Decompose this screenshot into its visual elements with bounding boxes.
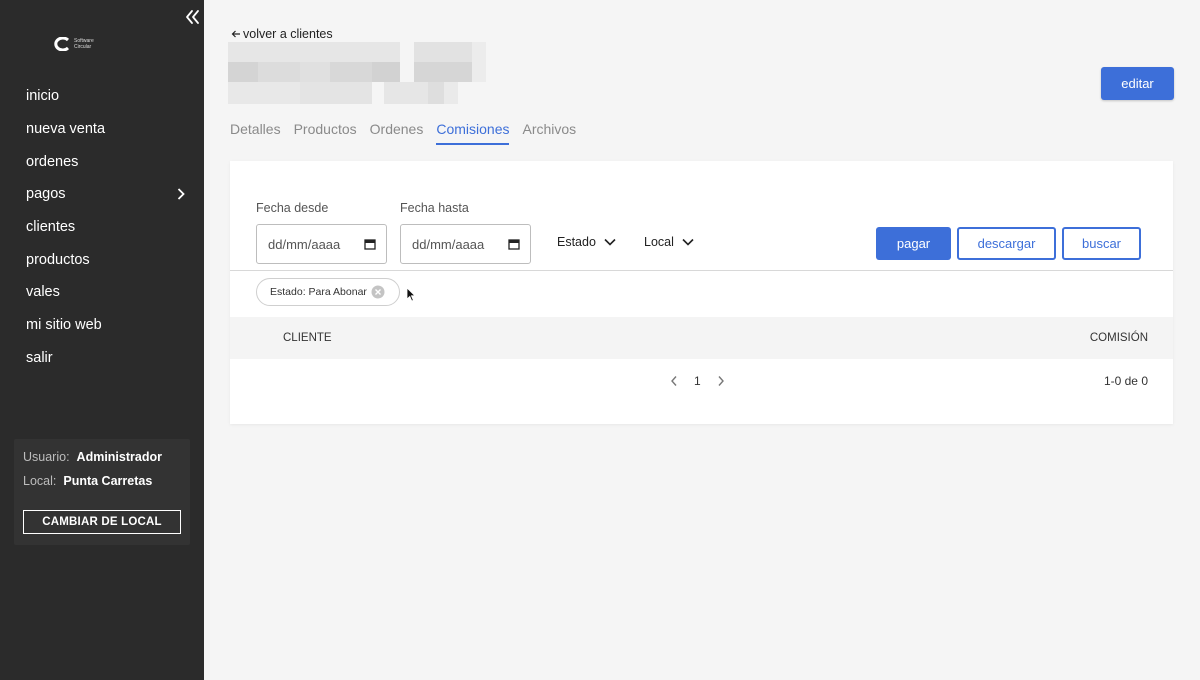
date-from-placeholder: dd/mm/aaaa — [268, 236, 341, 252]
table-header: CLIENTE COMISIÓN — [230, 317, 1173, 359]
local-value: Punta Carretas — [63, 474, 153, 488]
tab-archivos[interactable]: Archivos — [522, 121, 576, 145]
sidebar-item-pagos[interactable]: pagos — [0, 178, 204, 211]
sidebar-item-label: ordenes — [26, 153, 79, 170]
sidebar-item-mi-sitio-web[interactable]: mi sitio web — [0, 309, 204, 342]
user-label: Usuario: — [23, 450, 70, 464]
local-row: Local: Punta Carretas — [23, 474, 152, 488]
tab-comisiones[interactable]: Comisiones — [436, 121, 510, 145]
sidebar-item-nueva-venta[interactable]: nueva venta — [0, 113, 204, 146]
sidebar: Software Circular inicio nueva venta orden… — [0, 0, 204, 680]
pagination-range: 1-0 de 0 — [1103, 374, 1148, 388]
redacted-client-name — [228, 42, 486, 104]
logo-mark-icon — [54, 37, 70, 51]
sidebar-item-vales[interactable]: vales — [0, 276, 204, 309]
date-to-placeholder: dd/mm/aaaa — [412, 236, 485, 252]
sidebar-item-label: nueva venta — [26, 121, 106, 138]
sidebar-item-label: productos — [26, 251, 90, 268]
back-to-clients-link[interactable]: volver a clientes — [231, 27, 333, 41]
logo-text: Software Circular — [74, 38, 94, 50]
chevron-left-icon[interactable] — [670, 375, 678, 387]
filters-divider — [230, 270, 1173, 271]
active-filter-chip: Estado: Para Abonar — [256, 278, 400, 306]
estado-dropdown-label: Estado — [557, 235, 596, 249]
sidebar-item-productos[interactable]: productos — [0, 243, 204, 276]
collapse-sidebar-icon[interactable] — [184, 8, 200, 26]
sidebar-item-label: vales — [26, 284, 60, 301]
edit-button[interactable]: editar — [1101, 67, 1174, 100]
calendar-icon[interactable] — [508, 238, 520, 250]
chevron-right-icon — [177, 188, 185, 200]
search-button[interactable]: buscar — [1062, 227, 1141, 260]
sidebar-item-label: inicio — [26, 88, 60, 105]
calendar-icon[interactable] — [364, 238, 376, 250]
commissions-card: Fecha desde dd/mm/aaaa Fecha hasta dd/mm… — [230, 161, 1173, 424]
remove-filter-icon[interactable] — [371, 285, 385, 299]
back-link-label: volver a clientes — [243, 27, 333, 41]
chevron-down-icon — [682, 238, 694, 246]
sidebar-item-salir[interactable]: salir — [0, 342, 204, 375]
sidebar-item-label: clientes — [26, 219, 76, 236]
active-filter-chip-label: Estado: Para Abonar — [270, 286, 367, 298]
download-button[interactable]: descargar — [957, 227, 1056, 260]
tab-productos[interactable]: Productos — [294, 121, 357, 145]
sidebar-item-label: pagos — [26, 186, 66, 203]
local-dropdown-label: Local — [644, 235, 674, 249]
date-to-input[interactable]: dd/mm/aaaa — [400, 224, 531, 264]
sidebar-item-ordenes[interactable]: ordenes — [0, 145, 204, 178]
sidebar-item-label: salir — [26, 349, 53, 366]
chevron-down-icon — [604, 238, 616, 246]
user-panel: Usuario: Administrador Local: Punta Carr… — [14, 439, 190, 545]
local-label: Local: — [23, 474, 57, 488]
tab-detalles[interactable]: Detalles — [230, 121, 281, 145]
tab-ordenes[interactable]: Ordenes — [370, 121, 424, 145]
date-from-label: Fecha desde — [256, 201, 329, 215]
column-header-comision[interactable]: COMISIÓN — [1090, 332, 1148, 344]
column-header-cliente[interactable]: CLIENTE — [283, 332, 332, 344]
estado-dropdown[interactable]: Estado — [557, 235, 616, 249]
pagination: 1 — [670, 374, 725, 388]
sidebar-item-label: mi sitio web — [26, 317, 102, 334]
change-local-button[interactable]: CAMBIAR DE LOCAL — [23, 510, 181, 534]
user-row: Usuario: Administrador — [23, 450, 162, 464]
date-to-label: Fecha hasta — [400, 201, 469, 215]
mouse-cursor-icon — [406, 287, 416, 302]
sidebar-item-inicio[interactable]: inicio — [0, 80, 204, 113]
pay-button[interactable]: pagar — [876, 227, 951, 260]
tab-bar: Detalles Productos Ordenes Comisiones Archiv… — [230, 121, 576, 145]
local-dropdown[interactable]: Local — [644, 235, 694, 249]
sidebar-item-clientes[interactable]: clientes — [0, 211, 204, 244]
sidebar-nav: inicio nueva venta ordenes pagos clientes pro… — [0, 80, 204, 374]
chevron-right-icon[interactable] — [717, 375, 725, 387]
brand-logo: Software Circular — [54, 37, 104, 51]
current-page[interactable]: 1 — [694, 374, 701, 388]
arrow-left-icon — [231, 30, 240, 38]
user-value: Administrador — [76, 450, 162, 464]
date-from-input[interactable]: dd/mm/aaaa — [256, 224, 387, 264]
